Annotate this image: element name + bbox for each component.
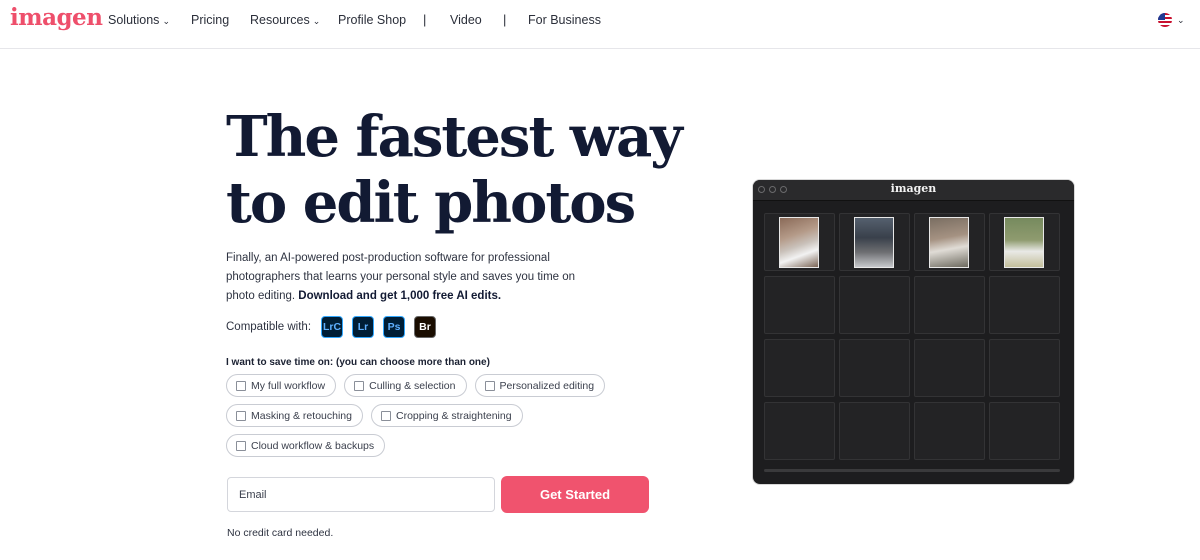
bridge-icon: Br [414, 316, 437, 338]
compatibility-row: Compatible with: LrC Lr Ps Br [226, 316, 445, 338]
window-title-bar: imagen [753, 180, 1074, 201]
email-field[interactable] [227, 477, 495, 512]
nav-profile-shop[interactable]: Profile Shop [338, 13, 406, 27]
photo-cell-empty [839, 339, 910, 397]
get-started-button[interactable]: Get Started [501, 476, 649, 513]
checkbox-icon [236, 410, 246, 421]
option-label: Personalized editing [499, 379, 595, 392]
option-personalized-editing[interactable]: Personalized editing [474, 374, 606, 397]
photo-cell-empty [764, 339, 835, 397]
hero-title: The fastest way to edit photos [226, 104, 746, 236]
nav-resources-label: Resources [250, 13, 310, 27]
photo-cell [764, 213, 835, 271]
nav-pricing[interactable]: Pricing [191, 13, 229, 27]
option-label: Cropping & straightening [395, 409, 512, 422]
option-label: Culling & selection [369, 379, 456, 392]
wedding-photo-thumbnail [929, 217, 969, 268]
photo-cell [839, 213, 910, 271]
imagen-logo[interactable]: imagen [10, 4, 103, 31]
nav-solutions-label: Solutions [108, 13, 160, 27]
wedding-photo-thumbnail [854, 217, 894, 268]
option-masking-retouching[interactable]: Masking & retouching [226, 404, 363, 427]
hero-title-line-1: The fastest way [226, 104, 683, 170]
app-window-preview: imagen [753, 180, 1074, 484]
chevron-down-icon: ⌄ [162, 16, 170, 26]
option-label: Masking & retouching [251, 409, 352, 422]
us-flag-icon [1158, 13, 1172, 27]
option-label: Cloud workflow & backups [251, 439, 375, 452]
option-label: My full workflow [251, 379, 326, 392]
photo-cell [989, 213, 1060, 271]
nav-video[interactable]: Video [450, 13, 482, 27]
photo-cell-empty [989, 402, 1060, 460]
checkbox-icon [236, 380, 246, 391]
lightroom-classic-icon: LrC [321, 316, 344, 338]
option-culling-selection[interactable]: Culling & selection [344, 374, 467, 397]
wedding-photo-thumbnail [1004, 217, 1044, 268]
language-selector[interactable]: ⌄ [1158, 13, 1185, 27]
photo-cell-empty [764, 402, 835, 460]
horizontal-scrollbar [764, 469, 1060, 472]
option-cloud-workflow-backups[interactable]: Cloud workflow & backups [226, 434, 386, 457]
nav-for-business[interactable]: For Business [528, 13, 601, 27]
compatible-label: Compatible with: [226, 321, 312, 333]
nav-solutions[interactable]: Solutions ⌄ [108, 13, 170, 27]
hero-description-offer: Download and get 1,000 free AI edits. [298, 290, 502, 302]
nav-separator: | [503, 12, 507, 27]
photo-grid [764, 213, 1061, 460]
hero-title-line-2: to edit photos [226, 170, 636, 236]
checkbox-icon [354, 380, 365, 391]
option-full-workflow[interactable]: My full workflow [226, 374, 337, 397]
photo-cell-empty [764, 276, 835, 334]
chevron-down-icon: ⌄ [1177, 14, 1185, 25]
save-time-question: I want to save time on: (you can choose … [226, 357, 490, 368]
checkbox-icon [380, 410, 391, 421]
photo-cell [914, 213, 985, 271]
checkbox-icon [484, 380, 495, 391]
photo-cell-empty [989, 339, 1060, 397]
photo-cell-empty [914, 339, 985, 397]
photo-cell-empty [914, 402, 985, 460]
nav-separator: | [423, 12, 427, 27]
wedding-photo-thumbnail [779, 217, 819, 268]
photo-cell-empty [989, 276, 1060, 334]
photoshop-icon: Ps [383, 316, 406, 338]
top-navigation: imagen Solutions ⌄ Pricing Resources ⌄ Pro… [0, 0, 1200, 49]
nav-resources[interactable]: Resources ⌄ [250, 13, 320, 27]
checkbox-icon [236, 440, 246, 451]
option-cropping-straightening[interactable]: Cropping & straightening [370, 404, 523, 427]
hero-description: Finally, an AI-powered post-production s… [226, 249, 586, 306]
photo-cell-empty [839, 276, 910, 334]
lightroom-icon: Lr [352, 316, 375, 338]
no-credit-card-note: No credit card needed. [227, 527, 334, 539]
save-time-options: My full workflow Culling & selection Per… [226, 374, 626, 464]
photo-cell-empty [914, 276, 985, 334]
photo-cell-empty [839, 402, 910, 460]
window-logo: imagen [890, 182, 937, 195]
chevron-down-icon: ⌄ [312, 16, 321, 26]
